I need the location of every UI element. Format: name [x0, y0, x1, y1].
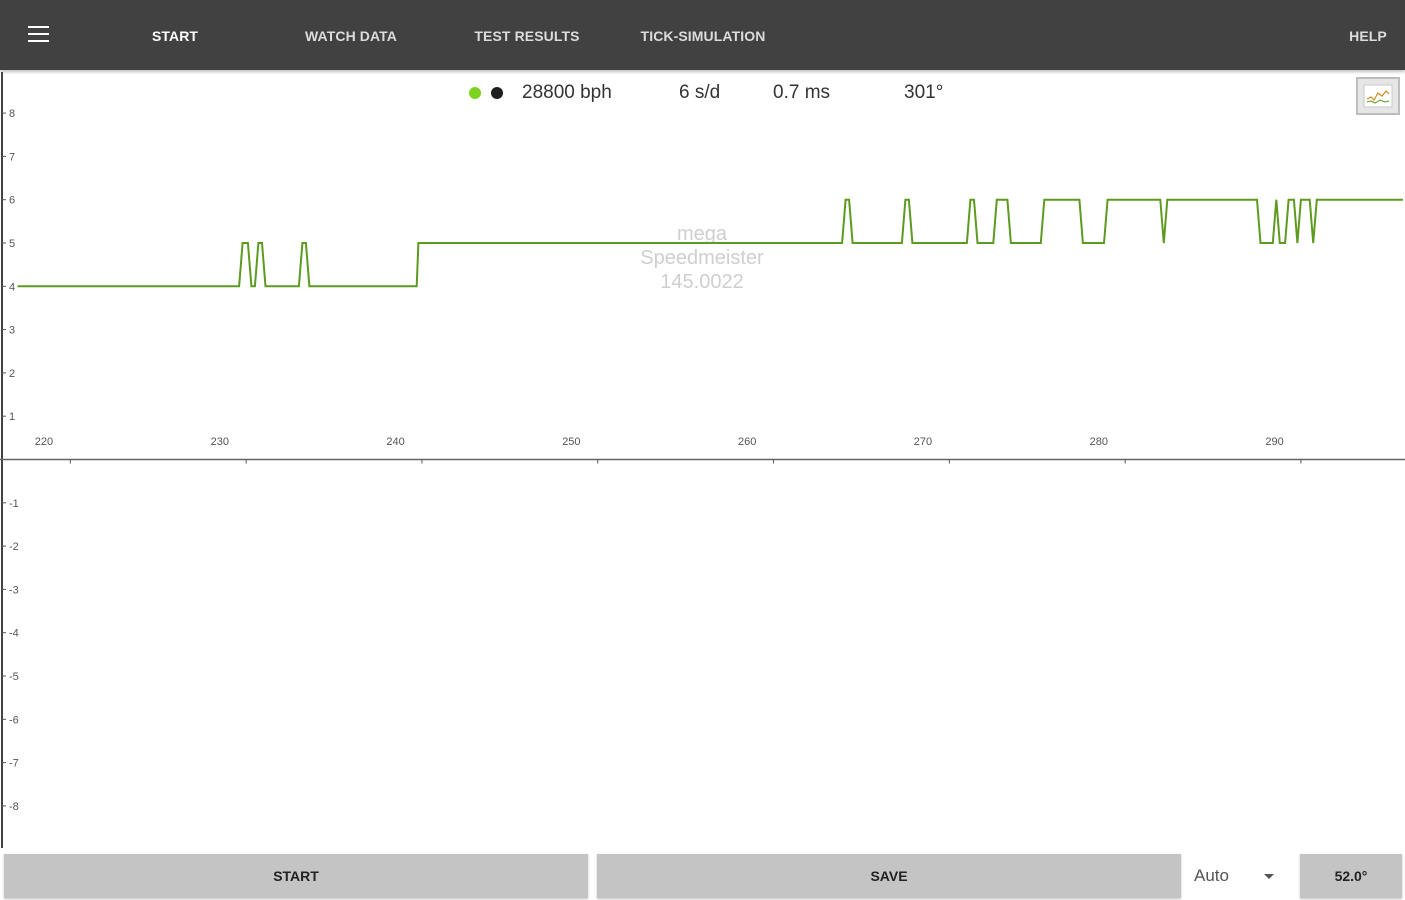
- top-app-bar: START WATCH DATA TEST RESULTS TICK-SIMUL…: [0, 0, 1405, 70]
- y-tick-label: 2: [9, 368, 15, 380]
- y-tick-label: -1: [9, 498, 19, 510]
- watch-watermark: mega Speedmeister 145.0022: [640, 223, 764, 293]
- mode-dropdown[interactable]: Auto: [1188, 854, 1288, 898]
- x-tick-label: 250: [562, 436, 580, 448]
- chart-view-toggle-button[interactable]: [1356, 77, 1400, 115]
- x-tick-label: 230: [211, 436, 229, 448]
- tab-watch-data[interactable]: WATCH DATA: [285, 0, 417, 70]
- watermark-line3: 145.0022: [660, 271, 743, 293]
- timing-chart-svg: mega Speedmeister 145.0022 8 7 6 5 4 3 2 1 -1 -2 -…: [0, 72, 1405, 848]
- tab-test-results[interactable]: TEST RESULTS: [460, 0, 594, 70]
- y-tick-label: 6: [9, 195, 15, 207]
- save-button[interactable]: SAVE: [597, 854, 1181, 898]
- rate-value: 6 s/d: [679, 82, 721, 103]
- dropdown-arrow-icon: [1264, 874, 1274, 879]
- x-tick-label: 290: [1265, 436, 1283, 448]
- x-tick-label: 270: [914, 436, 932, 448]
- y-tick-label: 5: [9, 238, 15, 250]
- y-tick-label: 4: [9, 281, 15, 293]
- help-button[interactable]: HELP: [1340, 0, 1396, 70]
- timing-chart: mega Speedmeister 145.0022 8 7 6 5 4 3 2 1 -1 -2 -…: [0, 70, 1405, 850]
- lift-angle-button[interactable]: 52.0°: [1300, 854, 1402, 898]
- y-tick-label: 3: [9, 325, 15, 337]
- beat-error-value: 0.7 ms: [773, 82, 831, 103]
- beat-rate-value: 28800 bph: [522, 82, 612, 103]
- mode-dropdown-value: Auto: [1194, 866, 1229, 885]
- x-tick-label: 240: [386, 436, 404, 448]
- y-tick-label: 7: [9, 151, 15, 163]
- tab-start[interactable]: START: [135, 0, 215, 70]
- amplitude-value: 301°: [904, 82, 944, 103]
- watermark-line1: mega: [677, 223, 728, 245]
- x-tick-label: 260: [738, 436, 756, 448]
- chart-thumbnail-icon: [1363, 84, 1393, 108]
- hamburger-menu-icon[interactable]: [28, 26, 52, 44]
- tab-tick-simulation[interactable]: TICK-SIMULATION: [625, 0, 781, 70]
- status-indicator-dark: [491, 87, 503, 99]
- y-tick-label: -8: [9, 801, 19, 813]
- watermark-line2: Speedmeister: [640, 247, 764, 269]
- status-indicator-green: [469, 87, 481, 99]
- y-tick-label: 1: [9, 411, 15, 423]
- y-tick-label: -6: [9, 714, 19, 726]
- start-button[interactable]: START: [4, 854, 588, 898]
- y-tick-label: -5: [9, 671, 19, 683]
- y-tick-label: -3: [9, 584, 19, 596]
- y-tick-label: -4: [9, 628, 19, 640]
- y-tick-label: -2: [9, 541, 19, 553]
- x-tick-label: 220: [35, 436, 53, 448]
- y-tick-label: -7: [9, 758, 19, 770]
- y-tick-label: 8: [9, 108, 15, 120]
- x-tick-label: 280: [1090, 436, 1108, 448]
